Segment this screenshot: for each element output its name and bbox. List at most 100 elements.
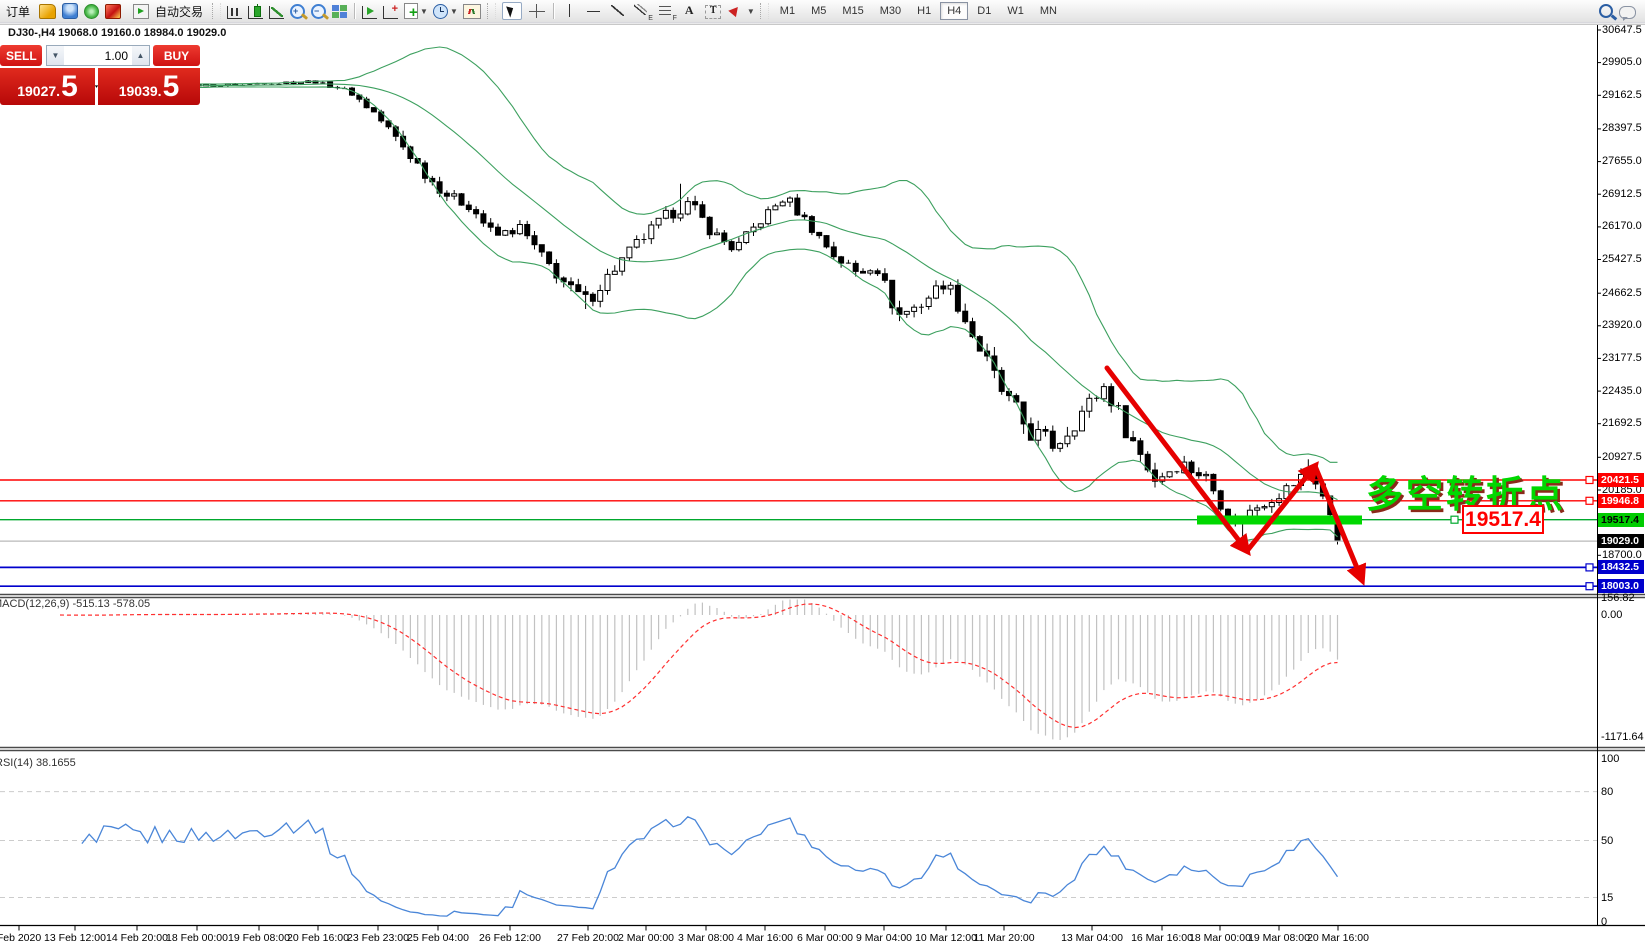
sell-price-panel[interactable]: 19027.5 (0, 68, 95, 105)
time-axis-label: 26 Feb 12:00 (479, 932, 541, 944)
volume-input[interactable]: 1.00 (64, 46, 132, 65)
period-clock-icon[interactable] (433, 4, 448, 19)
signals-icon[interactable] (84, 4, 99, 19)
text-tool-icon[interactable] (681, 3, 699, 19)
price-badge: 19517.4 (1598, 513, 1644, 527)
horizontal-line-tool-icon[interactable] (585, 3, 603, 19)
timeframe-button-M1[interactable]: M1 (773, 2, 802, 20)
buy-price-panel[interactable]: 19039.5 (98, 68, 200, 105)
text-label-tool-icon[interactable] (705, 5, 721, 19)
timeframe-button-M30[interactable]: M30 (873, 2, 908, 20)
candlestick-chart-icon[interactable] (248, 6, 263, 19)
volume-stepper: ▼ 1.00 ▲ (46, 45, 150, 66)
trendline-tool-icon[interactable] (609, 3, 627, 19)
autotrading-label: 自动交易 (155, 3, 203, 20)
search-icon[interactable] (1599, 4, 1613, 18)
rsi-indicator-label: RSI(14) 38.1655 (0, 757, 76, 769)
time-axis-label: 25 Feb 04:00 (407, 932, 469, 944)
time-axis-label: 3 Mar 08:00 (678, 932, 734, 944)
autotrading-icon (133, 4, 149, 19)
calendar-icon[interactable] (39, 4, 56, 19)
buy-price: 19039. (119, 83, 162, 99)
macd-indicator-label: MACD(12,26,9) -515.13 -578.05 (0, 598, 150, 610)
tile-windows-icon[interactable] (332, 5, 347, 18)
price-tick-label: 30647.5 (1602, 24, 1642, 36)
rsi-level-label: 50 (1601, 835, 1613, 847)
rsi-level-label: 0 (1601, 916, 1607, 928)
timeframe-button-M15[interactable]: M15 (835, 2, 870, 20)
indicators-icon[interactable] (362, 6, 377, 19)
fibonacci-tool-icon[interactable]: F (657, 3, 675, 19)
time-axis-label: 19 Mar 08:00 (1248, 932, 1310, 944)
time-axis-label: Feb 2020 (0, 932, 41, 944)
price-line-label[interactable]: 19517.4 (1462, 505, 1544, 534)
community-icon[interactable] (62, 3, 78, 19)
channel-tool-icon[interactable]: E (633, 3, 651, 19)
time-axis-label: 19 Feb 08:00 (228, 932, 290, 944)
toolbar: 订单 自动交易 + − ▼ ▼ E F ▼ M1M5M15M (0, 0, 1645, 23)
mt4-window: 订单 自动交易 + − ▼ ▼ E F ▼ M1M5M15M (0, 0, 1645, 950)
market-icon[interactable] (105, 4, 121, 19)
candles-layer (58, 80, 1341, 549)
price-tick-label: 21692.5 (1602, 417, 1642, 429)
rsi-line (82, 817, 1338, 916)
price-tick-label: 20927.5 (1602, 451, 1642, 463)
indicator-window-icon[interactable] (383, 6, 398, 19)
zoom-out-icon[interactable]: − (311, 4, 326, 19)
macd-max-label: 156.82 (1601, 592, 1635, 604)
bar-chart-icon[interactable] (227, 6, 242, 19)
macd-histogram (60, 600, 1338, 741)
volume-up-button[interactable]: ▲ (132, 46, 149, 65)
buy-button[interactable]: BUY (153, 45, 200, 66)
price-tick-label: 25427.5 (1602, 253, 1642, 265)
trend-arrows[interactable] (1107, 368, 1362, 580)
timeframe-button-H4[interactable]: H4 (940, 2, 968, 20)
rsi-panel-graphics (0, 792, 1597, 917)
zoom-in-icon[interactable]: + (290, 4, 305, 19)
chart-shift-icon[interactable] (463, 4, 481, 19)
price-tick-label: 27655.0 (1602, 155, 1642, 167)
new-chart-icon[interactable] (404, 3, 418, 19)
timeframe-button-MN[interactable]: MN (1033, 2, 1064, 20)
sell-price: 19027. (17, 83, 60, 99)
one-click-trading-panel: SELL ▼ 1.00 ▲ BUY 19027.5 19039.5 (0, 45, 202, 105)
time-axis-label: 18 Feb 00:00 (166, 932, 228, 944)
autotrading-button[interactable]: 自动交易 (125, 1, 208, 22)
macd-signal-line (60, 604, 1338, 728)
time-axis-label: 13 Mar 04:00 (1061, 932, 1123, 944)
timeframe-button-H1[interactable]: H1 (910, 2, 938, 20)
sell-button[interactable]: SELL (0, 45, 42, 66)
price-tick-label: 29162.5 (1602, 89, 1642, 101)
rsi-level-label: 80 (1601, 786, 1613, 798)
time-axis-label: 20 Mar 16:00 (1307, 932, 1369, 944)
time-axis-label: 6 Mar 00:00 (797, 932, 853, 944)
chevron-down-icon[interactable]: ▼ (747, 7, 755, 16)
chat-icon[interactable] (1619, 6, 1636, 19)
timeframe-button-M5[interactable]: M5 (804, 2, 833, 20)
price-tick-label: 24662.5 (1602, 287, 1642, 299)
new-order-button[interactable]: 订单 (1, 1, 35, 22)
crosshair-tool-icon[interactable] (528, 3, 546, 19)
time-axis-label: 16 Mar 16:00 (1131, 932, 1193, 944)
timeframe-button-D1[interactable]: D1 (970, 2, 998, 20)
line-chart-icon[interactable] (269, 6, 284, 19)
time-axis-label: 10 Mar 12:00 (915, 932, 977, 944)
chevron-down-icon[interactable]: ▼ (450, 7, 458, 16)
chevron-down-icon[interactable]: ▼ (420, 7, 428, 16)
vertical-line-tool-icon[interactable] (561, 3, 579, 19)
time-axis-label: 20 Feb 16:00 (287, 932, 349, 944)
timeframe-group: M1M5M15M30H1H4D1W1MN (772, 2, 1065, 20)
price-badge: 18432.5 (1598, 560, 1644, 574)
bollinger-bands (199, 47, 1338, 541)
arrows-tool-icon[interactable] (727, 3, 745, 19)
buy-price-frac: 5 (163, 70, 180, 104)
price-tick-label: 18700.0 (1602, 549, 1642, 561)
cursor-tool-icon[interactable] (502, 2, 522, 20)
volume-down-button[interactable]: ▼ (47, 46, 64, 65)
price-tick-label: 26912.5 (1602, 188, 1642, 200)
toolbar-grip (760, 3, 769, 19)
time-axis-label: 11 Mar 20:00 (973, 932, 1034, 944)
timeframe-button-W1[interactable]: W1 (1000, 2, 1031, 20)
rsi-level-label: 15 (1601, 892, 1613, 904)
time-axis-label: 27 Feb 20:00 (557, 932, 619, 944)
